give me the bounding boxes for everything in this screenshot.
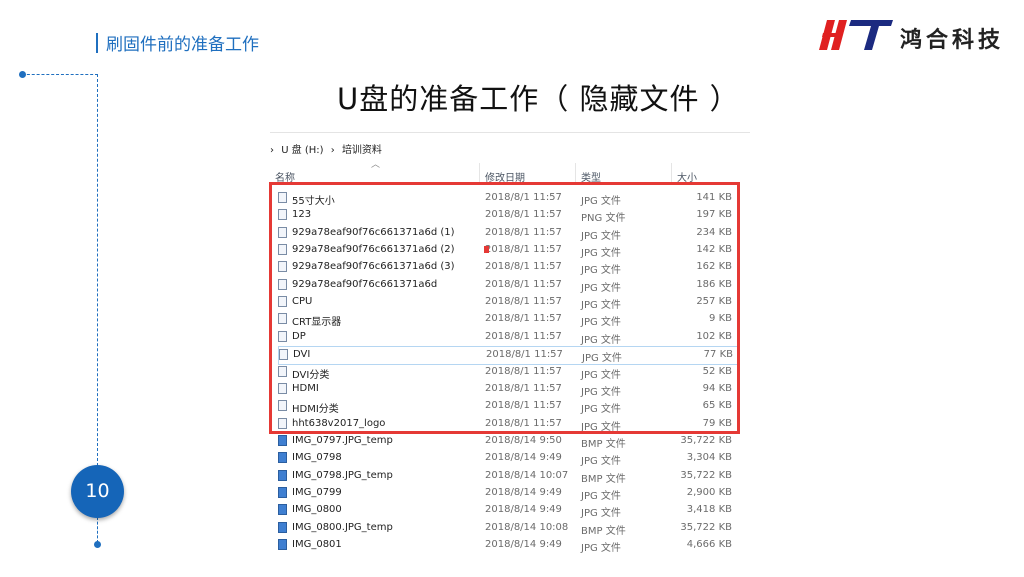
file-name: IMG_0800.JPG_temp: [292, 521, 393, 533]
file-name: IMG_0798.JPG_temp: [292, 469, 393, 481]
file-modified-date: 2018/8/14 9:49: [485, 452, 562, 464]
file-size: 35,722 KB: [680, 521, 732, 533]
file-row[interactable]: IMG_0797.JPG_temp 2018/8/14 9:50 BMP 文件 35,…: [278, 433, 738, 450]
image-file-icon: [278, 452, 287, 464]
file-row[interactable]: IMG_0801 2018/8/14 9:49 JPG 文件 4,666 KB: [278, 537, 738, 554]
page-number-badge: 10: [71, 465, 124, 518]
file-row[interactable]: IMG_0798 2018/8/14 9:49 JPG 文件 3,304 KB: [278, 450, 738, 467]
file-name: IMG_0799: [292, 486, 342, 498]
image-file-icon: [278, 504, 287, 516]
file-name: IMG_0798: [292, 452, 342, 464]
file-row[interactable]: IMG_0798.JPG_temp 2018/8/14 10:07 BMP 文件 35…: [278, 468, 738, 485]
file-type: JPG 文件: [581, 508, 621, 520]
file-modified-date: 2018/8/14 9:50: [485, 434, 562, 446]
timeline-line: [97, 517, 98, 543]
company-name: 鸿合科技: [900, 27, 1005, 53]
file-type: JPG 文件: [581, 543, 621, 554]
file-type: JPG 文件: [581, 490, 621, 502]
timeline-line: [97, 74, 98, 466]
breadcrumb-folder[interactable]: 培训资料: [342, 145, 382, 156]
file-name: IMG_0797.JPG_temp: [292, 434, 393, 446]
image-file-icon: [278, 469, 287, 481]
file-size: 4,666 KB: [686, 539, 732, 550]
file-type: JPG 文件: [581, 456, 621, 468]
annotation-mark: [484, 246, 489, 253]
image-file-icon: [278, 539, 287, 550]
breadcrumb: › U 盘 (H:) › 培训资料: [270, 141, 386, 156]
breadcrumb-separator: ›: [270, 145, 274, 156]
file-row[interactable]: IMG_0799 2018/8/14 9:49 JPG 文件 2,900 KB: [278, 485, 738, 502]
timeline-end-dot: [94, 541, 101, 548]
company-logo: [819, 20, 893, 50]
file-modified-date: 2018/8/14 9:49: [485, 504, 562, 516]
file-type: BMP 文件: [581, 473, 626, 485]
chevron-up-icon: ︿: [371, 160, 381, 170]
file-modified-date: 2018/8/14 10:08: [485, 521, 569, 533]
file-size: 3,304 KB: [686, 452, 732, 464]
file-modified-date: 2018/8/14 9:49: [485, 486, 562, 498]
breadcrumb-drive[interactable]: U 盘 (H:): [281, 145, 323, 156]
file-type: BMP 文件: [581, 438, 626, 450]
file-type: BMP 文件: [581, 525, 626, 537]
file-size: 2,900 KB: [686, 486, 732, 498]
image-file-icon: [278, 486, 287, 498]
image-file-icon: [278, 521, 287, 533]
file-name: IMG_0800: [292, 504, 342, 516]
file-modified-date: 2018/8/14 10:07: [485, 469, 569, 481]
file-modified-date: 2018/8/14 9:49: [485, 539, 562, 550]
section-title: 刷固件前的准备工作: [106, 35, 259, 55]
file-row[interactable]: IMG_0800 2018/8/14 9:49 JPG 文件 3,418 KB: [278, 502, 738, 519]
slide-title: U盘的准备工作（ 隐藏文件 ）: [337, 82, 740, 116]
file-name: IMG_0801: [292, 539, 342, 550]
timeline-line: [22, 74, 98, 75]
file-size: 35,722 KB: [680, 469, 732, 481]
hidden-files-highlight: [269, 182, 740, 434]
section-accent-bar: [96, 33, 98, 53]
image-file-icon: [278, 434, 287, 446]
breadcrumb-separator: ›: [330, 145, 335, 156]
file-row[interactable]: IMG_0800.JPG_temp 2018/8/14 10:08 BMP 文件 35…: [278, 520, 738, 537]
file-size: 35,722 KB: [680, 434, 732, 446]
file-size: 3,418 KB: [686, 504, 732, 516]
